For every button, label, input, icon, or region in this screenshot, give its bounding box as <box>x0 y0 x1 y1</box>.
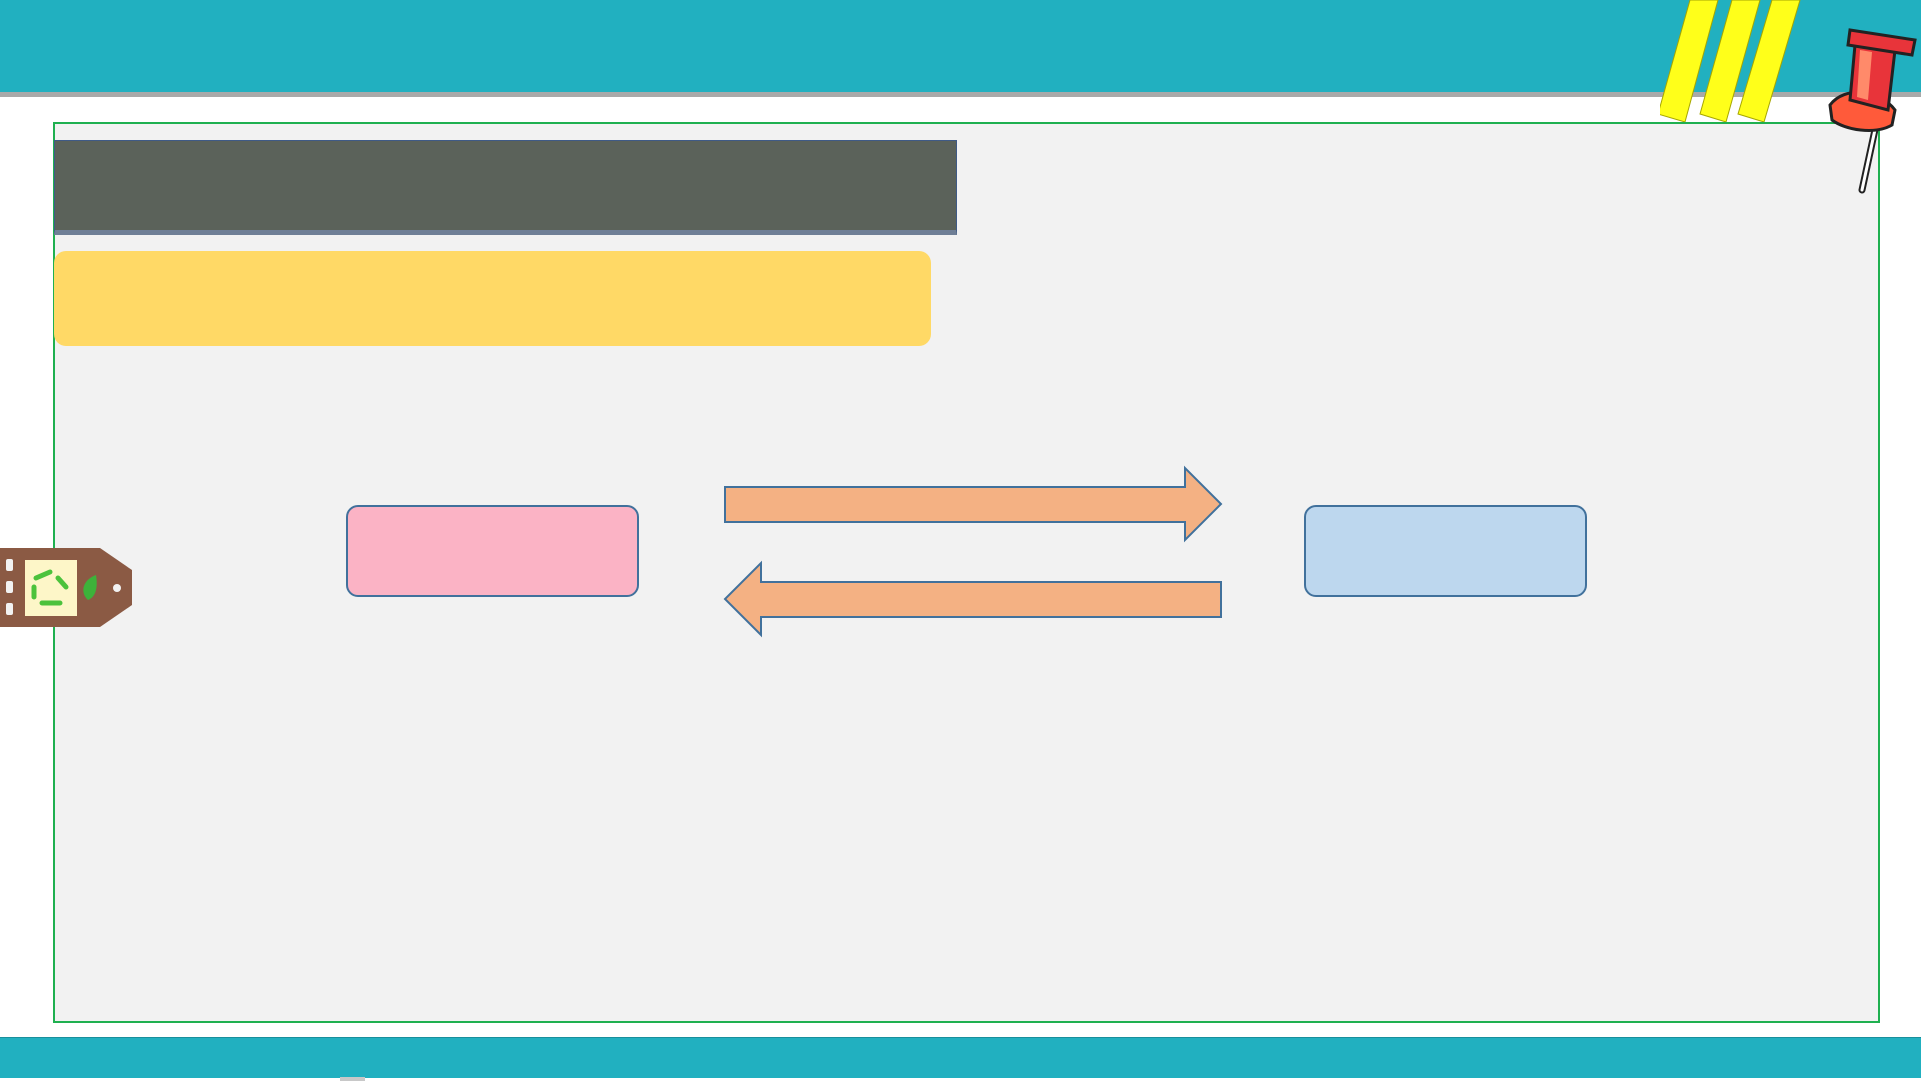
left-box[interactable] <box>346 505 639 597</box>
bidirectional-arrows <box>723 465 1223 638</box>
bottom-marker <box>340 1077 365 1081</box>
bottom-banner <box>0 1037 1921 1078</box>
recycle-tag-icon <box>0 548 132 627</box>
yellow-stripes-decoration <box>1660 0 1801 123</box>
right-arrow <box>724 465 1223 543</box>
top-banner-shadow <box>0 92 1921 97</box>
right-box[interactable] <box>1304 505 1587 597</box>
push-pin-icon <box>1828 28 1917 194</box>
title-bar[interactable] <box>54 140 957 235</box>
top-banner <box>0 0 1921 92</box>
left-arrow <box>723 560 1222 638</box>
subtitle-bar[interactable] <box>54 251 931 346</box>
